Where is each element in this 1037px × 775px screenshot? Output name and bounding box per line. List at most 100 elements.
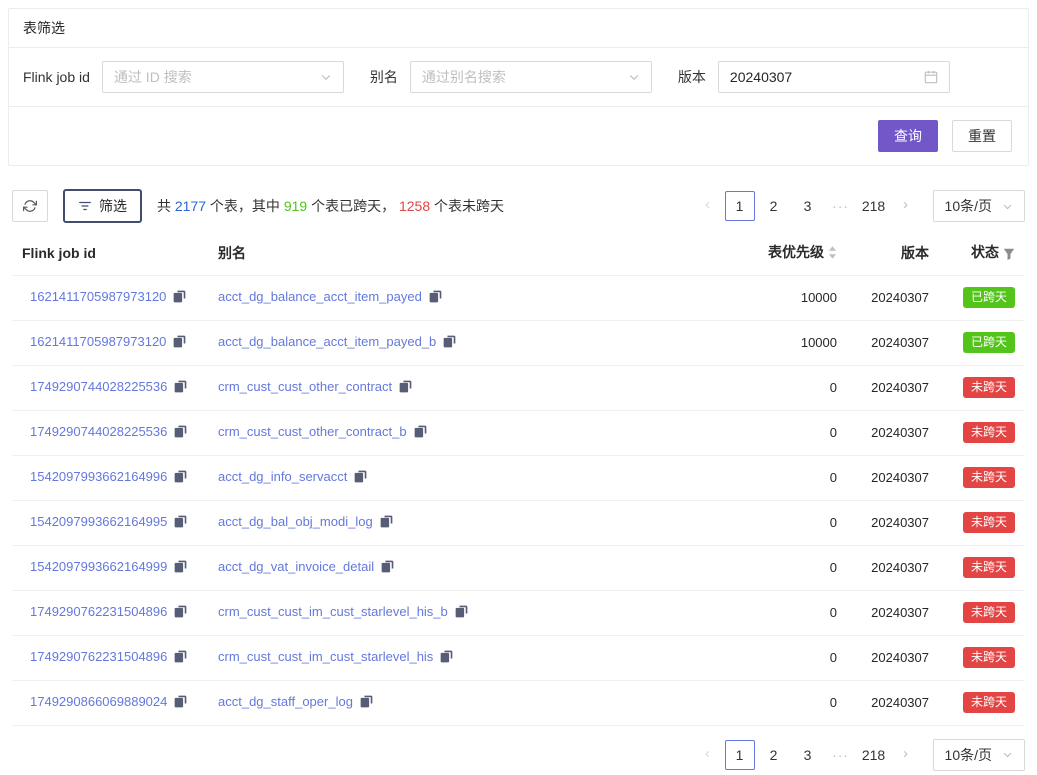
job-id-select[interactable] bbox=[102, 61, 344, 93]
status-filter-icon[interactable] bbox=[1003, 247, 1015, 263]
priority-cell: 10000 bbox=[697, 320, 847, 365]
prev-page-button[interactable]: ‹ bbox=[695, 191, 721, 221]
copy-icon[interactable] bbox=[455, 605, 468, 621]
alias-link[interactable]: crm_cust_cust_im_cust_starlevel_his_b bbox=[218, 604, 448, 619]
alias-link[interactable]: crm_cust_cust_im_cust_starlevel_his bbox=[218, 649, 433, 664]
page-button-1[interactable]: 1 bbox=[725, 191, 755, 221]
table-row: 1621411705987973120 acct_dg_balance_acct… bbox=[12, 320, 1025, 365]
filter-fields-row: Flink job id 别名 版本 bbox=[9, 48, 1028, 106]
version-cell: 20240307 bbox=[847, 455, 939, 500]
job-id-link[interactable]: 1749290762231504896 bbox=[30, 604, 167, 619]
page-jump-ellipsis[interactable]: ··· bbox=[827, 747, 855, 763]
alias-link[interactable]: crm_cust_cust_other_contract bbox=[218, 379, 392, 394]
version-cell: 20240307 bbox=[847, 275, 939, 320]
filter-toggle-button[interactable]: 筛选 bbox=[63, 189, 142, 223]
page-button-3[interactable]: 3 bbox=[793, 740, 823, 770]
job-id-label: Flink job id bbox=[23, 69, 90, 85]
copy-icon[interactable] bbox=[399, 380, 412, 396]
version-cell: 20240307 bbox=[847, 545, 939, 590]
priority-cell: 0 bbox=[697, 545, 847, 590]
copy-icon[interactable] bbox=[443, 335, 456, 351]
version-filter-field: 版本 bbox=[678, 61, 950, 93]
job-id-link[interactable]: 1749290866069889024 bbox=[30, 694, 167, 709]
version-cell: 20240307 bbox=[847, 410, 939, 455]
alias-link[interactable]: acct_dg_balance_acct_item_payed bbox=[218, 289, 422, 304]
copy-icon[interactable] bbox=[173, 290, 186, 306]
version-cell: 20240307 bbox=[847, 365, 939, 410]
copy-icon[interactable] bbox=[174, 650, 187, 666]
copy-icon[interactable] bbox=[174, 425, 187, 441]
prev-page-button[interactable]: ‹ bbox=[695, 740, 721, 770]
alias-link[interactable]: acct_dg_vat_invoice_detail bbox=[218, 559, 374, 574]
status-badge: 未跨天 bbox=[963, 467, 1015, 488]
job-id-link[interactable]: 1749290744028225536 bbox=[30, 424, 167, 439]
job-id-link[interactable]: 1749290744028225536 bbox=[30, 379, 167, 394]
priority-cell: 0 bbox=[697, 680, 847, 725]
page-button-2[interactable]: 2 bbox=[759, 191, 789, 221]
job-id-link[interactable]: 1542097993662164995 bbox=[30, 514, 167, 529]
version-cell: 20240307 bbox=[847, 680, 939, 725]
page-button-last[interactable]: 218 bbox=[859, 191, 889, 221]
chevron-down-icon bbox=[1002, 749, 1013, 760]
result-summary: 共 2177 个表，其中 919 个表已跨天， 1258 个表未跨天 bbox=[157, 196, 504, 216]
table-header-row: Flink job id 别名 表优先级 版本 状态 bbox=[12, 231, 1025, 275]
copy-icon[interactable] bbox=[354, 470, 367, 486]
alias-link[interactable]: crm_cust_cust_other_contract_b bbox=[218, 424, 407, 439]
next-page-button[interactable]: › bbox=[893, 740, 919, 770]
refresh-button[interactable] bbox=[12, 190, 48, 222]
page-size-select[interactable]: 10条/页 bbox=[933, 190, 1025, 222]
job-id-search-input[interactable] bbox=[114, 69, 312, 85]
copy-icon[interactable] bbox=[440, 650, 453, 666]
copy-icon[interactable] bbox=[380, 515, 393, 531]
copy-icon[interactable] bbox=[414, 425, 427, 441]
alias-link[interactable]: acct_dg_info_servacct bbox=[218, 469, 347, 484]
next-page-button[interactable]: › bbox=[893, 191, 919, 221]
alias-search-input[interactable] bbox=[422, 69, 620, 85]
summary-text: 共 bbox=[157, 198, 175, 214]
job-id-link[interactable]: 1749290762231504896 bbox=[30, 649, 167, 664]
table-body: 1621411705987973120 acct_dg_balance_acct… bbox=[12, 275, 1025, 725]
job-id-link[interactable]: 1542097993662164999 bbox=[30, 559, 167, 574]
calendar-icon bbox=[924, 70, 938, 84]
copy-icon[interactable] bbox=[174, 695, 187, 711]
column-header-job-id: Flink job id bbox=[12, 231, 208, 275]
filter-panel-title: 表筛选 bbox=[9, 9, 1028, 48]
copy-icon[interactable] bbox=[381, 560, 394, 576]
column-header-version: 版本 bbox=[847, 231, 939, 275]
column-header-alias: 别名 bbox=[208, 231, 697, 275]
page-jump-ellipsis[interactable]: ··· bbox=[827, 198, 855, 214]
job-id-link[interactable]: 1621411705987973120 bbox=[30, 334, 166, 349]
page-button-1[interactable]: 1 bbox=[725, 740, 755, 770]
page-button-3[interactable]: 3 bbox=[793, 191, 823, 221]
copy-icon[interactable] bbox=[174, 515, 187, 531]
status-badge: 未跨天 bbox=[963, 512, 1015, 533]
query-button[interactable]: 查询 bbox=[878, 120, 938, 152]
column-header-priority[interactable]: 表优先级 bbox=[697, 231, 847, 275]
alias-link[interactable]: acct_dg_balance_acct_item_payed_b bbox=[218, 334, 436, 349]
priority-cell: 0 bbox=[697, 365, 847, 410]
job-id-link[interactable]: 1542097993662164996 bbox=[30, 469, 167, 484]
summary-total-count: 2177 bbox=[175, 198, 206, 214]
sort-carets-icon[interactable] bbox=[828, 245, 837, 263]
copy-icon[interactable] bbox=[173, 335, 186, 351]
alias-link[interactable]: acct_dg_staff_oper_log bbox=[218, 694, 353, 709]
copy-icon[interactable] bbox=[174, 605, 187, 621]
page-button-2[interactable]: 2 bbox=[759, 740, 789, 770]
chevron-down-icon bbox=[1002, 201, 1013, 212]
copy-icon[interactable] bbox=[174, 470, 187, 486]
version-cell: 20240307 bbox=[847, 320, 939, 365]
copy-icon[interactable] bbox=[429, 290, 442, 306]
version-date-picker[interactable] bbox=[718, 61, 950, 93]
alias-link[interactable]: acct_dg_bal_obj_modi_log bbox=[218, 514, 373, 529]
alias-select[interactable] bbox=[410, 61, 652, 93]
job-id-link[interactable]: 1621411705987973120 bbox=[30, 289, 166, 304]
version-date-input[interactable] bbox=[730, 69, 916, 85]
version-label: 版本 bbox=[678, 67, 706, 87]
copy-icon[interactable] bbox=[360, 695, 373, 711]
page-size-select[interactable]: 10条/页 bbox=[933, 739, 1025, 771]
version-cell: 20240307 bbox=[847, 590, 939, 635]
copy-icon[interactable] bbox=[174, 560, 187, 576]
page-button-last[interactable]: 218 bbox=[859, 740, 889, 770]
copy-icon[interactable] bbox=[174, 380, 187, 396]
reset-button[interactable]: 重置 bbox=[952, 120, 1012, 152]
